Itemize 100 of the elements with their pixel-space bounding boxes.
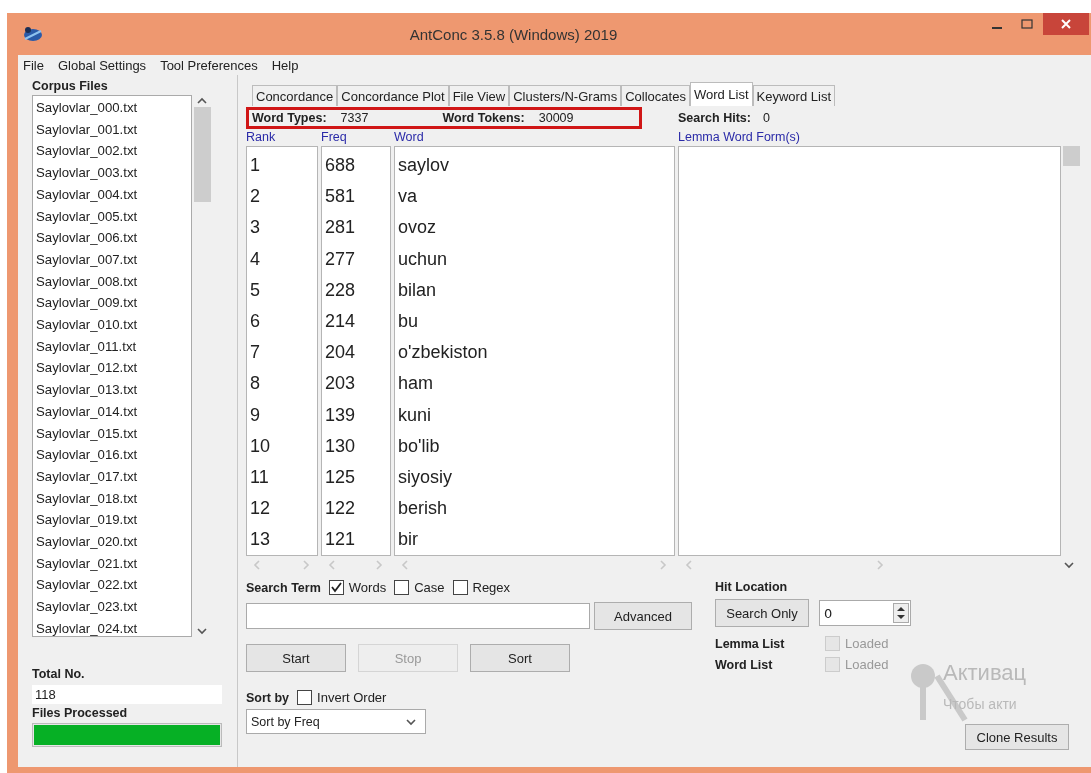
column-header[interactable]: Word bbox=[394, 130, 675, 146]
corpus-filename[interactable]: Saylovlar_018.txt bbox=[36, 487, 188, 510]
table-cell-text: 1 bbox=[249, 154, 261, 177]
corpus-filename[interactable]: Saylovlar_024.txt bbox=[36, 617, 188, 636]
tab[interactable]: Clusters/N-Grams bbox=[509, 85, 622, 106]
corpus-filename[interactable]: Saylovlar_021.txt bbox=[36, 552, 188, 575]
checkmark-icon bbox=[330, 582, 342, 593]
table-cell-text: 214 bbox=[324, 310, 357, 333]
option-checkbox[interactable]: Words bbox=[328, 580, 387, 595]
sort-by-label: Sort by bbox=[246, 690, 290, 705]
scroll-right-icon[interactable] bbox=[300, 559, 312, 571]
corpus-filename[interactable]: Saylovlar_013.txt bbox=[36, 379, 188, 401]
table-cell-text: 204 bbox=[324, 341, 357, 365]
close-button[interactable] bbox=[1043, 13, 1089, 35]
tab[interactable]: Concordance Plot bbox=[337, 85, 449, 106]
search-field[interactable] bbox=[246, 603, 590, 629]
spin-arrows-icon[interactable] bbox=[893, 603, 909, 623]
table-cell-text: 3 bbox=[249, 216, 261, 240]
table-cell-text: va bbox=[397, 185, 418, 209]
total-label: Total No. bbox=[32, 667, 86, 681]
table-cell-text: 5 bbox=[249, 278, 261, 302]
corpus-filename[interactable]: Saylovlar_009.txt bbox=[36, 292, 188, 315]
menu-item[interactable]: Tool Preferences bbox=[155, 57, 263, 73]
table-cell-text: 2 bbox=[249, 185, 261, 209]
table-cell-text: 228 bbox=[324, 278, 357, 302]
scroll-down-icon[interactable] bbox=[196, 625, 208, 637]
corpus-filename[interactable]: Saylovlar_017.txt bbox=[36, 465, 188, 488]
scroll-right-icon[interactable] bbox=[373, 559, 385, 571]
tab[interactable]: Concordance bbox=[252, 85, 338, 106]
tab[interactable]: File View bbox=[448, 85, 510, 106]
word-tokens-label: Word Tokens: bbox=[442, 111, 525, 125]
corpus-filename[interactable]: Saylovlar_019.txt bbox=[36, 509, 188, 532]
menu-item[interactable]: Global Settings bbox=[52, 57, 152, 73]
scrollbar-thumb[interactable] bbox=[1062, 146, 1080, 166]
corpus-filename[interactable]: Saylovlar_001.txt bbox=[36, 118, 188, 141]
table-cell-text: 9 bbox=[249, 403, 261, 427]
corpus-filename[interactable]: Saylovlar_007.txt bbox=[36, 248, 188, 271]
sort-dropdown[interactable]: Sort by Freq bbox=[246, 709, 426, 734]
search-only-button[interactable]: Search Only bbox=[715, 599, 809, 627]
corpus-filename[interactable]: Saylovlar_004.txt bbox=[36, 183, 188, 206]
hit-location-label: Hit Location bbox=[715, 580, 789, 594]
corpus-filename[interactable]: Saylovlar_011.txt bbox=[36, 335, 188, 358]
action-button[interactable]: Sort bbox=[470, 644, 570, 672]
clone-results-button[interactable]: Clone Results bbox=[965, 724, 1069, 750]
corpus-filename[interactable]: Saylovlar_005.txt bbox=[36, 205, 188, 228]
invert-order-checkbox[interactable]: Invert Order bbox=[297, 690, 387, 705]
corpus-filename[interactable]: Saylovlar_002.txt bbox=[36, 140, 188, 163]
files-processed-label: Files Processed bbox=[32, 706, 129, 720]
tab[interactable]: Word List bbox=[689, 82, 753, 106]
corpus-filename[interactable]: Saylovlar_006.txt bbox=[36, 227, 188, 249]
list-label: Lemma List bbox=[715, 636, 786, 651]
word-types-label: Word Types: bbox=[252, 111, 327, 125]
table-cell-text: 277 bbox=[324, 247, 357, 271]
total-field: 118 bbox=[32, 685, 222, 704]
tab[interactable]: Collocates bbox=[621, 85, 690, 106]
scroll-right-icon[interactable] bbox=[657, 559, 669, 571]
corpus-filename[interactable]: Saylovlar_014.txt bbox=[36, 400, 188, 423]
file-list[interactable] bbox=[32, 95, 192, 637]
option-checkbox[interactable]: Case bbox=[394, 580, 445, 595]
search-term-label: Search Term bbox=[246, 580, 321, 595]
table-cell-text: 281 bbox=[324, 216, 357, 240]
corpus-filename[interactable]: Saylovlar_000.txt bbox=[36, 97, 188, 119]
advanced-button[interactable]: Advanced bbox=[594, 602, 692, 630]
corpus-filename[interactable]: Saylovlar_016.txt bbox=[36, 444, 188, 466]
scrollbar-thumb[interactable] bbox=[193, 107, 211, 202]
column-list[interactable]: 688 581 281 277 228 214 204 203 139 130 125 122 121 bbox=[321, 146, 391, 556]
corpus-filename[interactable]: Saylovlar_020.txt bbox=[36, 531, 188, 553]
search-hits-value: 0 bbox=[762, 111, 770, 125]
option-checkbox[interactable]: Regex bbox=[452, 580, 511, 595]
window-title: AntConc 3.5.8 (Windows) 2019 bbox=[408, 25, 619, 43]
action-button[interactable]: Start bbox=[246, 644, 346, 672]
corpus-filename[interactable]: Saylovlar_023.txt bbox=[36, 596, 188, 618]
maximize-icon bbox=[1021, 19, 1033, 29]
corpus-filename[interactable]: Saylovlar_022.txt bbox=[36, 574, 188, 597]
table-cell-text: 125 bbox=[324, 466, 357, 490]
ant-logo-icon bbox=[22, 25, 44, 43]
tab[interactable]: Keyword List bbox=[752, 85, 835, 106]
menu-item[interactable]: Help bbox=[266, 57, 304, 73]
corpus-filename[interactable]: Saylovlar_015.txt bbox=[36, 422, 188, 445]
table-cell-text: 11 bbox=[249, 466, 270, 490]
word-types-value: 7337 bbox=[340, 111, 370, 125]
corpus-filename[interactable]: Saylovlar_003.txt bbox=[36, 162, 188, 184]
corpus-filename[interactable]: Saylovlar_008.txt bbox=[36, 270, 188, 293]
table-cell-text: 4 bbox=[249, 247, 261, 271]
table-cell-text: 6 bbox=[249, 310, 261, 333]
column-list[interactable]: 1 2 3 4 5 6 7 8 9 10 11 12 13 bbox=[246, 146, 318, 556]
table-cell-text: 130 bbox=[324, 434, 357, 458]
corpus-filename[interactable]: Saylovlar_012.txt bbox=[36, 357, 188, 380]
close-icon bbox=[1061, 19, 1071, 29]
table-cell-text: 10 bbox=[249, 434, 272, 458]
column-list[interactable]: saylov va ovoz uchun bilan bu o'zbekiston ham kuni bo'lib siyosiy berish bir bbox=[394, 146, 675, 556]
menu-item[interactable]: File bbox=[18, 57, 49, 73]
scroll-down-icon[interactable] bbox=[1063, 559, 1075, 571]
column-header[interactable]: Rank bbox=[246, 130, 318, 146]
table-cell-text: o'zbekiston bbox=[397, 341, 489, 365]
hit-location-spinbox[interactable]: 0 bbox=[819, 600, 911, 626]
table-cell-text: berish bbox=[397, 497, 449, 521]
lemma-header[interactable]: Lemma Word Form(s) bbox=[678, 130, 1081, 146]
column-header[interactable]: Freq bbox=[321, 130, 391, 146]
corpus-filename[interactable]: Saylovlar_010.txt bbox=[36, 314, 188, 336]
